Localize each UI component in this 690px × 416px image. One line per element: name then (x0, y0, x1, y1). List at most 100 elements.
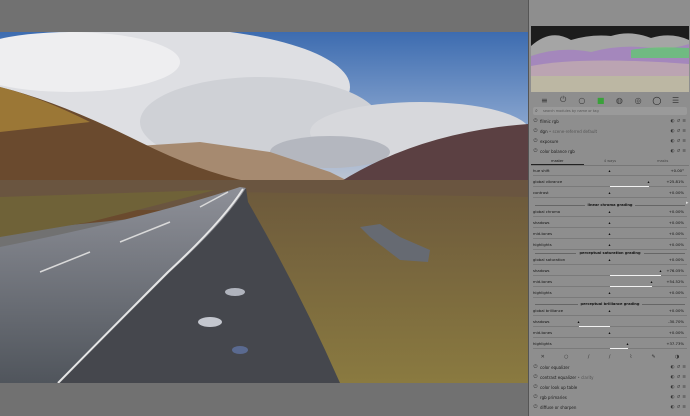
module-contrast-equalizer[interactable]: ⏻ contrast equalizer • clarity ◐ ↺ ≡ (531, 372, 689, 382)
reset-icon[interactable]: ↺ (676, 119, 680, 124)
preset-icon[interactable]: ◐ (671, 365, 675, 370)
panel-collapse-arrow[interactable]: ▸ (686, 200, 689, 206)
slider-track[interactable] (533, 326, 687, 327)
module-filmic-rgb[interactable]: ⏻ filmic rgb ◐ ↺ ≡ (531, 116, 689, 126)
reset-icon[interactable]: ↺ (676, 365, 680, 370)
slider-marker[interactable] (608, 192, 611, 194)
menu-icon[interactable]: ☰ (666, 94, 685, 106)
slider-global-brilliance[interactable]: global brilliance +0.00% (533, 307, 687, 317)
slider-shadows[interactable]: shadows +76.05% (533, 267, 687, 277)
slider-highlights[interactable]: highlights +0.00% (533, 241, 687, 251)
slider-shadows[interactable]: shadows -30.70% (533, 318, 687, 328)
menu-icon[interactable]: ≡ (682, 375, 686, 380)
reset-icon[interactable]: ↺ (676, 395, 680, 400)
circle-icon[interactable]: ○ (564, 354, 568, 360)
reset-icon[interactable]: ↺ (676, 139, 680, 144)
menu-icon[interactable]: ≡ (682, 395, 686, 400)
tab-4-ways[interactable]: 4 ways (584, 157, 637, 165)
slider-global-chroma[interactable]: global chroma +0.00% (533, 208, 687, 218)
menu-icon[interactable]: ≡ (682, 405, 686, 410)
slider-marker[interactable] (608, 292, 611, 294)
preset-icon[interactable]: ◐ (671, 385, 675, 390)
preset-icon[interactable]: ◐ (671, 119, 675, 124)
power-icon[interactable]: ⏻ (531, 364, 540, 370)
module-color-equalizer[interactable]: ⏻ color equalizer ◐ ↺ ≡ (531, 362, 689, 372)
slider-contrast[interactable]: contrast +0.00% (533, 189, 687, 199)
reset-icon[interactable]: ↺ (676, 385, 680, 390)
circle-icon[interactable]: ○ (573, 94, 592, 106)
module-color-look-up-table[interactable]: ⏻ color look up table ◐ ↺ ≡ (531, 382, 689, 392)
tab-master[interactable]: master (531, 157, 584, 165)
sliders-icon[interactable]: ≡ (535, 94, 554, 106)
reset-icon[interactable]: ↺ (676, 149, 680, 154)
module-search-input[interactable]: ⌕ search modules by name or tag (533, 107, 687, 115)
module-diffuse-or-sharpen[interactable]: ⏻ diffuse or sharpen ◐ ↺ ≡ (531, 402, 689, 412)
slider-mid-tones[interactable]: mid-tones +0.00% (533, 230, 687, 240)
slider-hue-shift[interactable]: hue shift +0.00° (533, 167, 687, 177)
module-dgn[interactable]: ⏻ dgn • scene-referred default ◐ ↺ ≡ (531, 126, 689, 136)
slider-highlights[interactable]: highlights +37.73% (533, 340, 687, 350)
preset-icon[interactable]: ◐ (671, 149, 675, 154)
preset-icon[interactable]: ◐ (671, 375, 675, 380)
slider-shadows[interactable]: shadows +0.00% (533, 219, 687, 229)
slider-highlights[interactable]: highlights +0.00% (533, 289, 687, 299)
reset-icon[interactable]: ↺ (676, 405, 680, 410)
menu-icon[interactable]: ≡ (682, 129, 686, 134)
menu-icon[interactable]: ≡ (682, 365, 686, 370)
power-icon[interactable]: ⏻ (531, 148, 540, 154)
power-icon[interactable]: ⏻ (531, 138, 540, 144)
power-icon[interactable]: ⏻ (554, 94, 573, 106)
slider-track[interactable] (533, 249, 687, 250)
aperture-icon[interactable]: ◎ (629, 94, 648, 106)
module-exposure[interactable]: ⏻ exposure ◐ ↺ ≡ (531, 136, 689, 146)
slider-track[interactable] (533, 315, 687, 316)
power-icon[interactable]: ⏻ (531, 118, 540, 124)
module-color-balance-rgb[interactable]: ⏻ color balance rgb ◐ ↺ ≡ (531, 146, 689, 156)
slider-marker[interactable] (608, 259, 611, 261)
slider-marker[interactable] (650, 281, 653, 283)
slider-track[interactable] (533, 337, 687, 338)
pen-icon[interactable]: ✎ (651, 354, 655, 360)
slider-marker[interactable] (647, 181, 649, 183)
photo-preview[interactable] (0, 32, 528, 383)
tab-masks[interactable]: masks (636, 157, 689, 165)
drop-icon[interactable]: ◍ (610, 94, 629, 106)
eyedropper-icon[interactable]: ⌇ (630, 354, 632, 360)
slider-marker[interactable] (608, 332, 611, 334)
menu-icon[interactable]: ≡ (682, 385, 686, 390)
slider-track[interactable] (533, 175, 687, 176)
slider-track[interactable] (533, 197, 687, 198)
half-circle-icon[interactable]: ◑ (675, 354, 679, 360)
power-icon[interactable]: ⏻ (531, 384, 540, 390)
reset-icon[interactable]: ↺ (676, 375, 680, 380)
slider-marker[interactable] (577, 321, 580, 323)
slider-marker[interactable] (608, 244, 611, 246)
slider-track[interactable] (533, 216, 687, 217)
power-icon[interactable]: ⏻ (531, 394, 540, 400)
slider-marker[interactable] (659, 270, 662, 272)
power-icon[interactable]: ⏻ (531, 404, 540, 410)
menu-icon[interactable]: ≡ (682, 139, 686, 144)
slider-marker[interactable] (626, 343, 629, 345)
slider-mid-tones[interactable]: mid-tones +0.00% (533, 329, 687, 339)
power-icon[interactable]: ⏻ (531, 374, 540, 380)
power-icon[interactable]: ⏻ (531, 128, 540, 134)
x-icon[interactable]: ✕ (541, 354, 545, 360)
module-rgb-primaries[interactable]: ⏻ rgb primaries ◐ ↺ ≡ (531, 392, 689, 402)
star-icon[interactable]: ■ (591, 94, 610, 106)
slider-track[interactable] (533, 297, 687, 298)
brush-icon[interactable]: ∕ (588, 354, 590, 360)
slider-global-vibrance[interactable]: global vibrance +25.81% (533, 178, 687, 188)
preset-icon[interactable]: ◐ (671, 405, 675, 410)
histogram[interactable] (531, 26, 689, 92)
slider-track[interactable] (533, 238, 687, 239)
menu-icon[interactable]: ≡ (682, 119, 686, 124)
slider-mid-tones[interactable]: mid-tones +54.52% (533, 278, 687, 288)
preset-icon[interactable]: ◐ (671, 395, 675, 400)
slider-marker[interactable] (608, 222, 611, 224)
slider-track[interactable] (533, 264, 687, 265)
slider-marker[interactable] (608, 310, 611, 312)
brush-icon[interactable]: ∕ (609, 354, 611, 360)
reset-icon[interactable]: ↺ (676, 129, 680, 134)
ring-icon[interactable]: ◯ (648, 94, 667, 106)
